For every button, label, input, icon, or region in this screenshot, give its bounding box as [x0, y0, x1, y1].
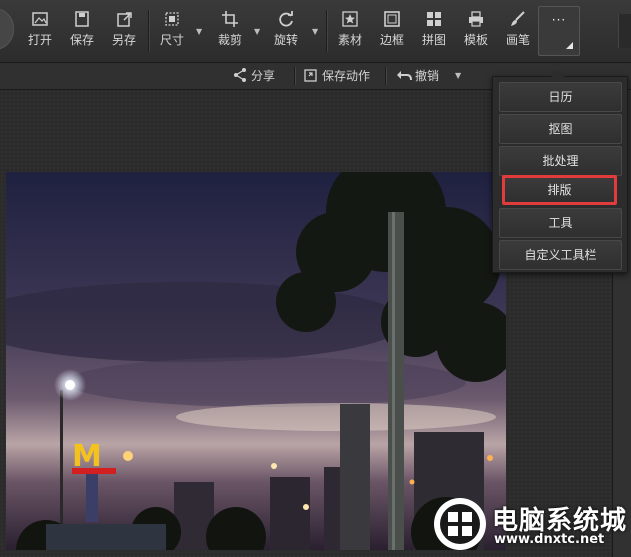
watermark-logo-icon	[434, 498, 486, 550]
undo-label: 撤销	[415, 69, 440, 83]
star-icon	[330, 10, 370, 30]
more-tools-button[interactable]: ···	[538, 6, 580, 56]
brush-label: 画笔	[505, 33, 530, 47]
toolbar-divider	[148, 10, 149, 52]
toolbar-edge	[618, 14, 631, 48]
open-button[interactable]: 打开	[20, 10, 60, 54]
printer-icon	[456, 10, 496, 30]
save-as-label: 另存	[111, 33, 136, 47]
grid-icon	[414, 10, 454, 30]
watermark: 电脑系统城 www.dnxtc.net	[430, 494, 631, 554]
watermark-url: www.dnxtc.net	[494, 532, 605, 547]
rotate-label: 旋转	[273, 33, 298, 47]
app-menu-button[interactable]	[0, 8, 14, 50]
menu-item-cutout[interactable]: 抠图	[499, 114, 622, 144]
menu-item-customize-toolbar[interactable]: 自定义工具栏	[499, 240, 622, 270]
save-action-icon	[303, 67, 319, 83]
crop-icon	[210, 10, 250, 30]
open-icon	[20, 10, 60, 30]
template-label: 模板	[463, 33, 488, 47]
collage-button[interactable]: 拼图	[414, 10, 454, 54]
save-action-button[interactable]: 保存动作	[303, 67, 370, 85]
size-dropdown-icon[interactable]: ▼	[196, 27, 204, 36]
rotate-dropdown-icon[interactable]: ▼	[312, 27, 320, 36]
border-button[interactable]: 边框	[372, 10, 412, 54]
frame-icon	[372, 10, 412, 30]
save-icon	[62, 10, 102, 30]
crop-label: 裁剪	[217, 33, 242, 47]
action-divider	[294, 67, 295, 85]
border-label: 边框	[379, 33, 404, 47]
toolbar-divider	[326, 10, 327, 52]
crop-dropdown-icon[interactable]: ▼	[254, 27, 262, 36]
collage-label: 拼图	[421, 33, 446, 47]
share-button[interactable]: 分享	[232, 67, 275, 85]
save-as-button[interactable]: 另存	[104, 10, 144, 54]
brush-icon	[498, 10, 538, 30]
share-label: 分享	[251, 69, 276, 83]
action-divider	[385, 67, 386, 85]
material-button[interactable]: 素材	[330, 10, 370, 54]
menu-item-batch[interactable]: 批处理	[499, 146, 622, 176]
brush-button[interactable]: 画笔	[498, 10, 538, 54]
menu-item-layout[interactable]: 排版	[502, 175, 617, 205]
save-label: 保存	[69, 33, 94, 47]
material-label: 素材	[337, 33, 362, 47]
rotate-icon	[266, 10, 306, 30]
menu-item-tools[interactable]: 工具	[499, 208, 622, 238]
resize-icon	[152, 10, 192, 30]
menu-item-calendar[interactable]: 日历	[499, 82, 622, 112]
more-tools-menu: 日历 抠图 批处理 排版 工具 自定义工具栏	[492, 70, 628, 273]
undo-button[interactable]: 撤销	[396, 67, 439, 85]
save-button[interactable]: 保存	[62, 10, 102, 54]
size-label: 尺寸	[159, 33, 184, 47]
undo-icon	[396, 67, 412, 83]
expand-corner-icon	[566, 42, 573, 49]
menu-pointer	[551, 70, 565, 77]
open-label: 打开	[27, 33, 52, 47]
share-icon	[232, 67, 248, 83]
template-button[interactable]: 模板	[456, 10, 496, 54]
rotate-button[interactable]: 旋转	[266, 10, 306, 54]
main-toolbar: 打开 保存 另存 尺寸 ▼ 裁剪 ▼ 旋转 ▼ 素材 边框 拼图 模板 画笔 ·…	[0, 0, 631, 63]
svg-text:M: M	[72, 439, 102, 474]
more-dots: ···	[551, 13, 567, 27]
crop-button[interactable]: 裁剪	[210, 10, 250, 54]
save-action-label: 保存动作	[322, 69, 371, 83]
undo-dropdown-icon[interactable]: ▼	[455, 67, 461, 85]
size-button[interactable]: 尺寸	[152, 10, 192, 54]
save-as-icon	[104, 10, 144, 30]
